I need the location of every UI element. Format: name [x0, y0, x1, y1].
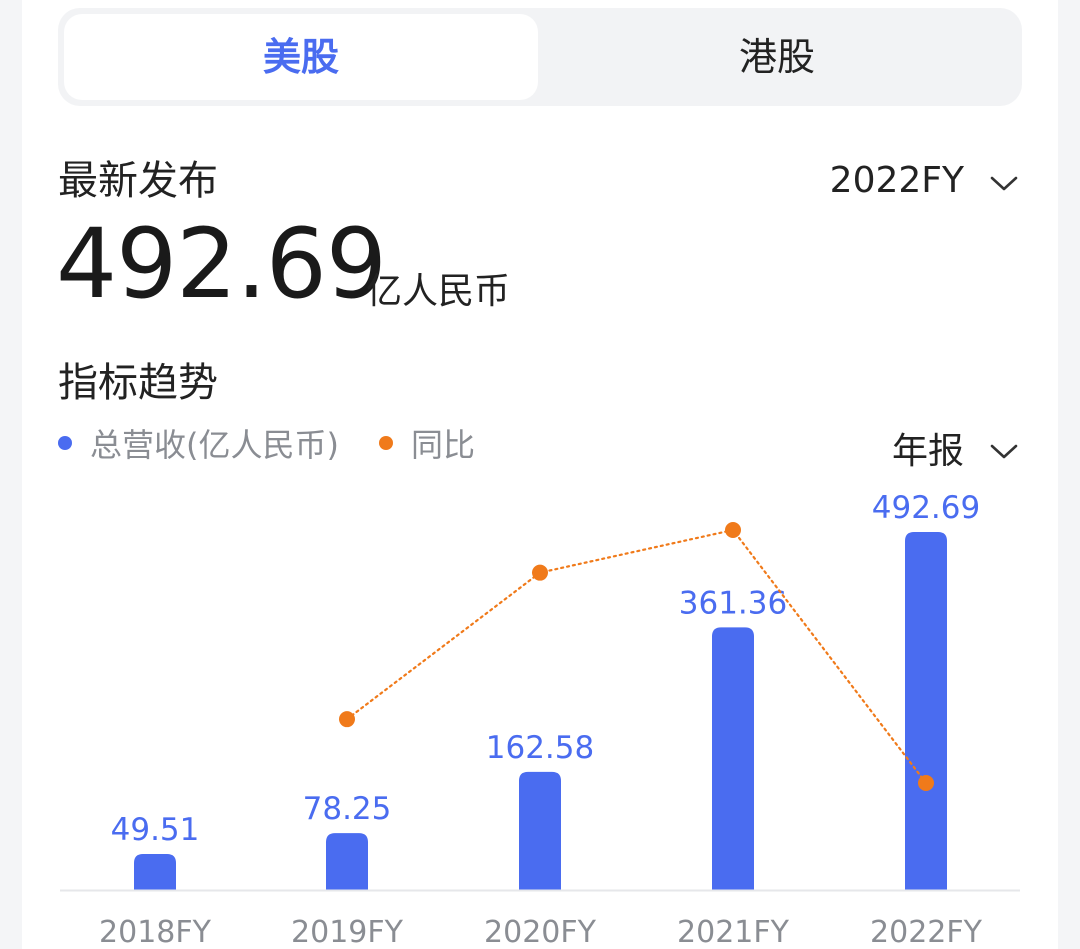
x-tick-label: 2020FY	[484, 915, 597, 949]
yoy-line	[345, 528, 928, 785]
bar-value-label: 361.36	[679, 585, 787, 621]
bar-value-label: 49.51	[111, 812, 200, 848]
revenue-chart: 49.51 78.25 162.58 361.36 492.69 2018FY 2019F…	[60, 490, 1020, 949]
tab-us-stocks[interactable]: 美股	[64, 14, 538, 100]
revenue-bar-2021FY[interactable]	[712, 627, 754, 890]
x-tick-label: 2019FY	[291, 915, 404, 949]
revenue-bar-2018FY[interactable]	[134, 854, 176, 890]
yoy-point-2019FY[interactable]	[339, 711, 355, 728]
yoy-point-2020FY[interactable]	[532, 564, 548, 581]
legend-dot-yoy	[378, 436, 393, 450]
tab-hk-stocks[interactable]: 港股	[538, 14, 1016, 100]
revenue-bar-2019FY[interactable]	[326, 833, 368, 890]
chevron-down-icon	[990, 160, 1018, 201]
market-tabs: 美股 港股	[58, 8, 1022, 106]
revenue-bar-2020FY[interactable]	[519, 771, 561, 890]
period-select[interactable]: 2022FY	[830, 160, 1018, 201]
period-select-value: 2022FY	[829, 160, 964, 201]
trend-title: 指标趋势	[58, 360, 218, 406]
latest-release-title: 最新发布	[58, 158, 218, 204]
bar-value-label: 78.25	[303, 791, 392, 827]
latest-unit: 亿人民币	[366, 271, 511, 312]
x-tick-label: 2018FY	[99, 915, 212, 949]
revenue-bar-2022FY[interactable]	[905, 532, 947, 890]
latest-value: 492.69	[56, 208, 387, 320]
yoy-point-2022FY[interactable]	[918, 775, 934, 791]
x-tick-label: 2022FY	[870, 915, 983, 949]
yoy-point-2021FY[interactable]	[725, 522, 741, 538]
x-tick-label: 2021FY	[677, 915, 790, 949]
bar-value-label: 492.69	[872, 490, 980, 526]
legend-dot-revenue	[58, 436, 72, 450]
bar-value-label: 162.58	[486, 730, 594, 766]
